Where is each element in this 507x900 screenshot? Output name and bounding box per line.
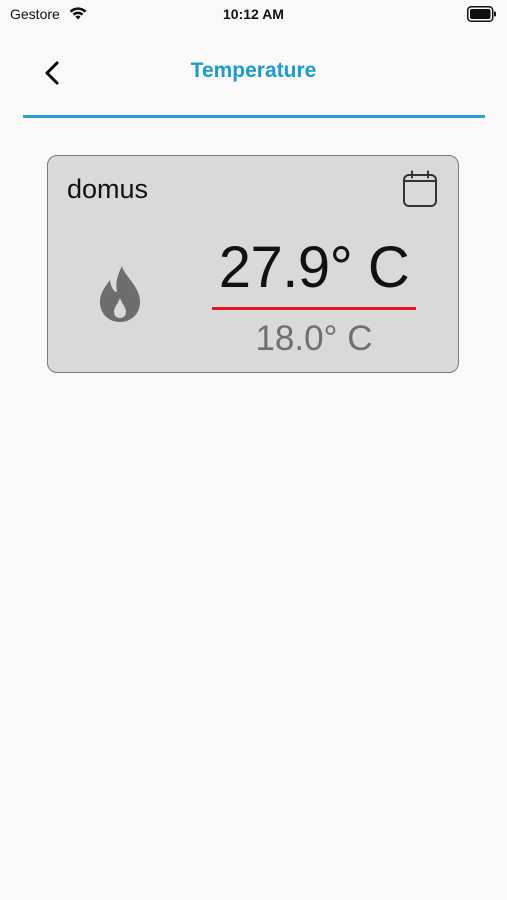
header-divider [23,115,485,118]
page-title: Temperature [190,59,317,82]
thermostat-card[interactable]: domus 27.9° C 18.0° C [47,155,459,373]
device-name: domus [67,174,149,204]
setpoint-temperature: 18.0° C [255,319,373,358]
battery-icon [467,6,496,22]
flame-icon [100,266,140,322]
clock: 10:12 AM [223,6,284,22]
status-bar: Gestore 10:12 AM [0,0,507,30]
calendar-icon[interactable] [402,170,438,208]
navigation-bar: Temperature [0,40,507,110]
current-temperature: 27.9° C [218,235,410,300]
temperature-underline [212,307,416,310]
